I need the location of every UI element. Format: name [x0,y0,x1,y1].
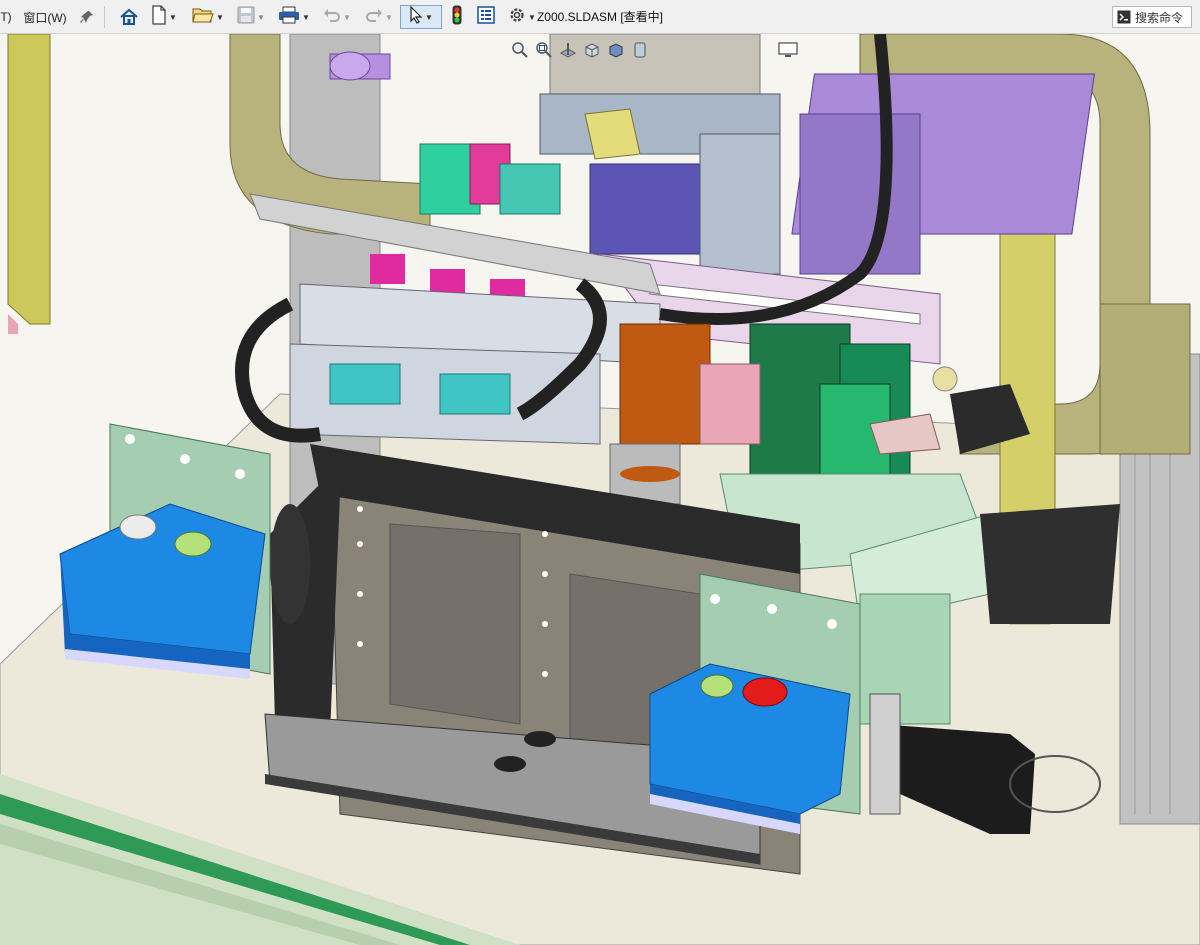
display-style-icon[interactable] [606,40,626,60]
file-properties-icon [477,5,495,29]
graphics-area[interactable] [0,34,1200,945]
chevron-down-icon[interactable]: ▼ [425,13,433,22]
rebuild-button[interactable] [446,5,468,29]
heads-up-view-toolbar [510,38,798,62]
menu-tools-cut[interactable]: T) [0,0,12,34]
select-arrow-icon [409,5,423,29]
menu-window[interactable]: 窗口(W) [22,0,68,34]
redo-button[interactable]: ▼ [360,5,398,29]
open-file-button[interactable]: ▼ [188,5,228,29]
chevron-down-icon[interactable]: ▼ [169,13,177,22]
appearance-icon[interactable] [630,40,650,60]
view-orientation-icon[interactable] [582,40,602,60]
section-view-icon[interactable] [558,40,578,60]
search-commands-input[interactable]: 搜索命令 [1112,6,1192,28]
chevron-down-icon[interactable]: ▼ [528,13,536,22]
zoom-area-icon[interactable] [534,40,554,60]
pin-icon[interactable] [76,5,98,29]
new-file-icon [151,4,167,30]
file-properties-button[interactable] [474,5,498,29]
select-button[interactable]: ▼ [400,5,442,29]
chevron-down-icon[interactable]: ▼ [385,13,393,22]
home-icon[interactable] [116,5,142,29]
hud-spacer [654,40,774,60]
save-button[interactable]: ▼ [232,5,270,29]
options-button[interactable]: ▼ [504,5,540,29]
chevron-down-icon[interactable]: ▼ [257,13,265,22]
chevron-down-icon[interactable]: ▼ [302,13,310,22]
print-icon [278,6,300,29]
save-icon [237,6,255,29]
traffic-light-icon [452,5,462,30]
title-bar: T) 窗口(W) ▼ ▼ ▼ ▼ ▼ ▼ ▼ ▼ Z000.SLDASM [查看… [0,0,1200,34]
chevron-down-icon[interactable]: ▼ [216,13,224,22]
monitor-icon[interactable] [778,40,798,60]
search-commands-label: 搜索命令 [1135,10,1184,25]
gear-icon [508,6,526,29]
print-button[interactable]: ▼ [274,5,314,29]
new-file-button[interactable]: ▼ [146,4,182,30]
zoom-to-fit-icon[interactable] [510,40,530,60]
chevron-down-icon[interactable]: ▼ [343,13,351,22]
undo-button[interactable]: ▼ [318,5,356,29]
redo-icon [365,7,383,28]
undo-icon [323,7,341,28]
command-search-icon [1117,10,1131,24]
assembly-model[interactable] [0,34,1200,945]
open-folder-icon [192,6,214,29]
